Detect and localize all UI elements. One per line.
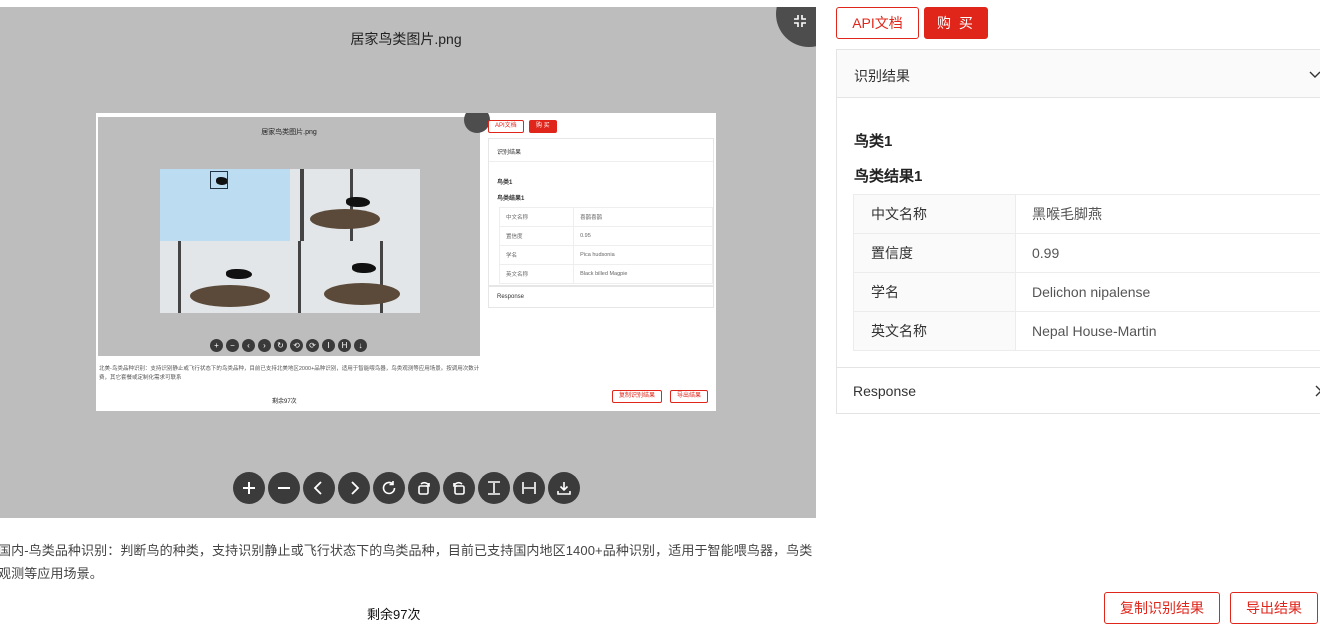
result-panel-title: 识别结果 xyxy=(854,68,910,84)
embedded-viewer: 居家鸟类图片.png + − ‹ › ↻ ⟲ ⟳ I H ↓ xyxy=(98,113,490,356)
export-result-button[interactable]: 导出结果 xyxy=(1230,592,1318,624)
field-key: 学名 xyxy=(853,272,1016,312)
embedded-copy-button: 复制识别结果 xyxy=(612,390,663,403)
fit-height-button[interactable] xyxy=(478,472,510,504)
embedded-response-row: Response xyxy=(488,286,714,308)
bird-photo-nest-1 xyxy=(290,169,420,241)
result-panel: 识别结果 鸟类1 鸟类结果1 中文名称 黑喉毛脚燕 置信度 0.99 学名 De… xyxy=(836,49,1320,414)
download-icon xyxy=(557,482,571,495)
chevron-right-icon xyxy=(1315,385,1320,397)
buy-button[interactable]: 购 买 xyxy=(924,7,988,39)
result-table: 中文名称 黑喉毛脚燕 置信度 0.99 学名 Delichon nipalens… xyxy=(853,194,1320,351)
embedded-result-title: 鸟类结果1 xyxy=(497,196,525,202)
bird-photo-nest-3 xyxy=(290,241,420,313)
field-key: 中文名称 xyxy=(853,194,1016,234)
rotate-right-icon xyxy=(453,481,465,495)
embedded-export-button: 导出结果 xyxy=(670,390,709,403)
table-row: 中文名称 黑喉毛脚燕 xyxy=(853,194,1320,234)
bird-photo-sky xyxy=(160,169,290,241)
table-row: 学名 Delichon nipalense xyxy=(853,272,1320,312)
minus-icon xyxy=(278,487,290,489)
embedded-description: 北美-鸟类品种识别：支持识别静止或飞行状态下的鸟类品种，目前已支持北美地区200… xyxy=(99,366,480,381)
viewer-toolbar xyxy=(233,472,580,504)
field-key: 英文名称 xyxy=(853,311,1016,351)
embedded-buy-button: 购 买 xyxy=(529,120,557,133)
fit-width-button[interactable] xyxy=(513,472,545,504)
viewer-title: 居家鸟类图片.png xyxy=(350,31,462,47)
plus-icon xyxy=(243,482,255,494)
embedded-remaining: 剩余97次 xyxy=(272,399,297,405)
table-row: 置信度 0.99 xyxy=(853,233,1320,273)
zoom-in-button[interactable] xyxy=(233,472,265,504)
embedded-title: 居家鸟类图片.png xyxy=(261,129,317,136)
api-docs-button[interactable]: API文档 xyxy=(836,7,919,39)
service-description: 国内-鸟类品种识别：判断鸟的种类，支持识别静止或飞行状态下的鸟类品种，目前已支持… xyxy=(0,543,813,581)
fit-height-icon xyxy=(488,481,500,495)
rotate-left-button[interactable] xyxy=(408,472,440,504)
rotate-right-button[interactable] xyxy=(443,472,475,504)
response-label: Response xyxy=(853,383,917,399)
embedded-panel-header: 识别结果 xyxy=(497,150,522,156)
reset-button[interactable] xyxy=(373,472,405,504)
download-button[interactable] xyxy=(548,472,580,504)
bird-title: 鸟类1 xyxy=(854,133,893,150)
zoom-out-button[interactable] xyxy=(268,472,300,504)
fit-width-icon xyxy=(522,482,536,494)
image-viewer: 居家鸟类图片.png 居家鸟类图片.png + − ‹ › ↻ ⟲ ⟳ I H … xyxy=(0,7,816,518)
embedded-side-panel: API文档 购 买 识别结果 鸟类1 鸟类结果1 中文名称 喜鹊喜鹊 置信度 0.9… xyxy=(488,117,714,407)
field-value: Nepal House-Martin xyxy=(1015,311,1320,351)
displayed-image: 居家鸟类图片.png + − ‹ › ↻ ⟲ ⟳ I H ↓ 北美-鸟类品种识别… xyxy=(96,113,716,411)
exit-fullscreen-icon xyxy=(794,15,806,27)
field-value: 黑喉毛脚燕 xyxy=(1015,194,1320,234)
chevron-right-icon xyxy=(351,481,360,495)
embedded-result-panel: 识别结果 鸟类1 鸟类结果1 中文名称 喜鹊喜鹊 置信度 0.95 学名 Pica h… xyxy=(488,138,714,286)
next-button[interactable] xyxy=(338,472,370,504)
result-title: 鸟类结果1 xyxy=(854,168,923,185)
chevron-left-icon xyxy=(313,481,322,495)
chevron-down-icon xyxy=(1309,71,1320,78)
field-key: 置信度 xyxy=(853,233,1016,273)
remaining-count: 剩余97次 xyxy=(367,607,421,622)
field-value: Delichon nipalense xyxy=(1015,272,1320,312)
refresh-icon xyxy=(382,481,396,495)
embedded-fullscreen-icon xyxy=(464,113,490,133)
embedded-toolbar: + − ‹ › ↻ ⟲ ⟳ I H ↓ xyxy=(210,339,367,352)
embedded-api-button: API文档 xyxy=(488,120,524,133)
table-row: 英文名称 Nepal House-Martin xyxy=(853,311,1320,351)
result-panel-header[interactable]: 识别结果 xyxy=(837,50,1320,98)
bird-photo-nest-2 xyxy=(160,241,290,313)
rotate-left-icon xyxy=(418,481,430,495)
embedded-bird-title: 鸟类1 xyxy=(497,180,513,186)
response-row[interactable]: Response xyxy=(837,367,1320,414)
previous-button[interactable] xyxy=(303,472,335,504)
field-value: 0.99 xyxy=(1015,233,1320,273)
embedded-result-table: 中文名称 喜鹊喜鹊 置信度 0.95 学名 Pica hudsonia 英文名称 Bla… xyxy=(498,207,713,284)
copy-result-button[interactable]: 复制识别结果 xyxy=(1104,592,1220,624)
